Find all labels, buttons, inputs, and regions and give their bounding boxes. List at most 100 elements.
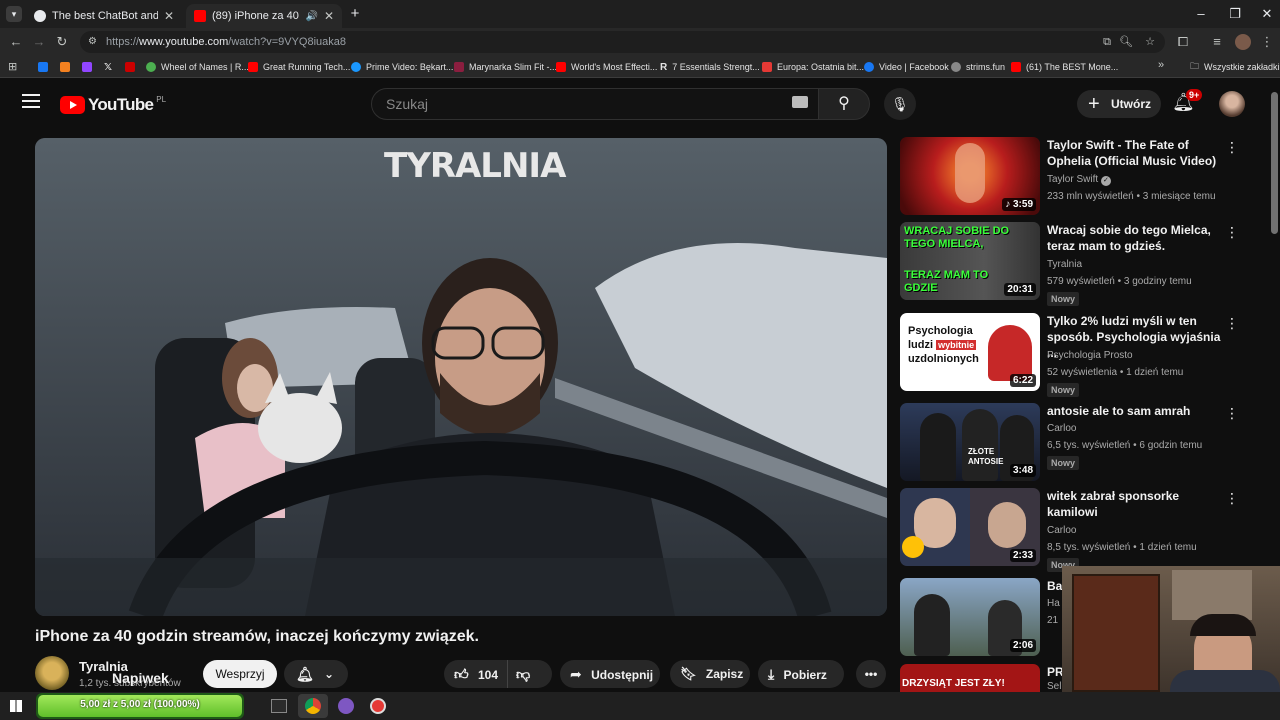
reading-list-icon[interactable]: ≡ — [1207, 32, 1227, 52]
channel-avatar[interactable] — [35, 656, 69, 690]
profile-avatar[interactable] — [1235, 34, 1251, 50]
forward-icon[interactable]: → — [29, 32, 49, 52]
recommended-channel[interactable]: Sel — [1047, 681, 1061, 692]
search-input[interactable]: Szukaj — [371, 88, 819, 120]
bookmark-item[interactable]: World's Most Effecti... — [556, 60, 657, 74]
recommended-title[interactable]: antosie ale to sam amrah — [1047, 403, 1222, 419]
restore-icon[interactable]: ❐ — [1218, 4, 1252, 24]
new-tab-button[interactable]: + — [346, 5, 364, 23]
youtube-logo[interactable]: YouTube PL — [60, 94, 166, 116]
bookmark-item[interactable] — [38, 60, 53, 74]
bookmark-item[interactable]: Europa: Ostatnia bit... — [762, 60, 864, 74]
recommended-meta: 52 wyświetlenia • 1 dzień temu — [1047, 367, 1184, 378]
support-button[interactable]: Wesprzyj — [203, 660, 277, 688]
recommended-channel[interactable]: Ha — [1047, 598, 1060, 609]
recommended-channel[interactable]: Tyralnia — [1047, 259, 1082, 270]
download-button[interactable]: ⤓ Pobierz — [758, 660, 844, 688]
tab-search-icon[interactable]: ▾ — [6, 6, 22, 22]
extensions-icon[interactable]: ⧠ — [1173, 32, 1193, 52]
recommended-title[interactable]: Wracaj sobie do tego Mielca, teraz mam t… — [1047, 222, 1222, 254]
account-avatar[interactable] — [1219, 91, 1245, 117]
install-app-icon[interactable]: ⧉ — [1103, 31, 1111, 53]
voice-search-button[interactable]: 🎙︎ — [884, 88, 916, 120]
chrome-menu-icon[interactable]: ⋮ — [1257, 32, 1277, 52]
bookmark-item[interactable] — [82, 60, 97, 74]
recommended-title[interactable]: Taylor Swift - The Fate of Ophelia (Offi… — [1047, 137, 1222, 169]
page-scrollbar[interactable] — [1271, 92, 1278, 234]
more-vertical-icon[interactable]: ⋮ — [1225, 405, 1239, 422]
bookmark-item[interactable] — [60, 60, 75, 74]
dislike-button[interactable]: 👎︎ — [516, 660, 546, 688]
share-button[interactable]: ➦ Udostępnij — [560, 660, 660, 688]
bookmark-item[interactable]: Prime Video: Bękart... — [351, 60, 453, 74]
bookmark-item[interactable]: (61) The BEST Mone... — [1011, 60, 1118, 74]
video-thumbnail[interactable]: Psychologia ludzi wybitnie uzdolnionych … — [900, 313, 1040, 391]
search-button[interactable]: ⚲ — [818, 88, 870, 120]
bookmark-item[interactable]: Video | Facebook — [864, 60, 949, 74]
zoom-icon[interactable]: 🔍︎ — [1119, 31, 1133, 53]
video-frame — [35, 138, 887, 616]
browser-tab[interactable]: The best ChatBot and Widgets ✕ — [26, 4, 182, 28]
create-button[interactable]: + Utwórz — [1077, 90, 1161, 118]
apps-grid-icon[interactable]: ⊞ — [8, 60, 17, 73]
like-button[interactable]: 👍︎ 104 — [444, 660, 508, 688]
bookmark-item[interactable] — [125, 60, 140, 74]
recommended-channel[interactable]: Carloo — [1047, 423, 1076, 434]
hamburger-menu-icon[interactable] — [22, 94, 40, 108]
bookmark-item[interactable]: R7 Essentials Strengt... — [660, 60, 760, 74]
keyboard-icon[interactable] — [792, 96, 808, 108]
bookmark-item[interactable]: Great Running Tech... — [248, 60, 350, 74]
back-icon[interactable]: ← — [6, 32, 26, 52]
site-info-icon[interactable]: ⚙ — [88, 31, 97, 53]
video-thumbnail[interactable]: 2:06 — [900, 578, 1040, 656]
video-thumbnail[interactable]: ZŁOTE ANTOSIE 3:48 — [900, 403, 1040, 481]
app-icon[interactable] — [338, 698, 354, 714]
more-bookmarks-icon[interactable]: » — [1158, 59, 1164, 71]
recommended-channel[interactable]: Taylor Swift ✓ — [1047, 174, 1111, 186]
share-icon: ➦ — [570, 666, 582, 682]
terminal-app-icon[interactable] — [271, 699, 287, 713]
bookmark-star-icon[interactable]: ☆ — [1145, 31, 1155, 53]
more-vertical-icon[interactable]: ⋮ — [1225, 490, 1239, 507]
chrome-app-icon[interactable] — [298, 694, 328, 718]
bookmark-favicon-icon — [125, 62, 135, 72]
recommended-title[interactable]: witek zabrał sponsorke kamilowi — [1047, 488, 1222, 520]
browser-tab-active[interactable]: (89) iPhone za 40 godzin st 🔊 ✕ — [186, 4, 342, 28]
more-actions-button[interactable]: ••• — [856, 660, 886, 688]
x-icon: 𝕏 — [104, 61, 113, 73]
facebook-icon — [38, 62, 48, 72]
reload-icon[interactable]: ↻ — [52, 32, 72, 52]
save-button[interactable]: 🔖︎ Zapisz — [670, 660, 750, 688]
video-player[interactable]: TYRALNIA — [35, 138, 887, 616]
bookmark-item[interactable]: Wheel of Names | R... — [146, 60, 249, 74]
recommended-video[interactable]: ZŁOTE ANTOSIE 3:48 antosie ale to sam am… — [900, 403, 1260, 483]
bookmark-item[interactable]: strims.fun — [951, 60, 1005, 74]
recommended-video[interactable]: WRACAJ SOBIE DO TEGO MIELCA, TERAZ MAM T… — [900, 222, 1260, 306]
notification-bell-button[interactable]: 🔔︎ ⌄ — [284, 660, 348, 688]
close-window-icon[interactable]: ✕ — [1250, 4, 1280, 24]
close-tab-icon[interactable]: ✕ — [324, 9, 334, 23]
recommended-video[interactable]: Psychologia ludzi wybitnie uzdolnionych … — [900, 313, 1260, 397]
video-thumbnail[interactable]: WRACAJ SOBIE DO TEGO MIELCA, TERAZ MAM T… — [900, 222, 1040, 300]
all-bookmarks-folder[interactable]: 🗀 Wszystkie zakładki — [1190, 60, 1280, 74]
more-vertical-icon[interactable]: ⋮ — [1225, 139, 1239, 156]
recommended-channel[interactable]: Carloo — [1047, 525, 1076, 536]
notifications-button[interactable]: 🔔︎ 9+ — [1172, 89, 1203, 116]
video-thumbnail[interactable]: DRZYSIĄT JEST ZŁY! — [900, 664, 1040, 692]
video-thumbnail[interactable]: 2:33 — [900, 488, 1040, 566]
recommended-channel[interactable]: Psychologia Prosto — [1047, 350, 1133, 361]
bookmark-item[interactable]: Marynarka Slim Fit -... — [454, 60, 557, 74]
recommended-video[interactable]: 2:33 witek zabrał sponsorke kamilowi Car… — [900, 488, 1260, 572]
app-icon[interactable] — [370, 698, 386, 714]
audio-playing-icon[interactable]: 🔊 — [305, 11, 317, 22]
address-bar[interactable]: ⚙ https://www.youtube.com/watch?v=9VYQ8i… — [80, 31, 1165, 53]
more-vertical-icon[interactable]: ⋮ — [1225, 224, 1239, 241]
windows-start-icon[interactable] — [10, 700, 22, 712]
close-tab-icon[interactable]: ✕ — [164, 9, 174, 23]
recommended-video[interactable]: ♪ 3:59 Taylor Swift - The Fate of Opheli… — [900, 137, 1260, 217]
bookmark-item[interactable]: 𝕏 — [104, 60, 112, 74]
youtube-favicon-icon — [556, 62, 566, 72]
video-thumbnail[interactable]: ♪ 3:59 — [900, 137, 1040, 215]
minimize-icon[interactable]: – — [1184, 4, 1218, 24]
more-vertical-icon[interactable]: ⋮ — [1225, 315, 1239, 332]
